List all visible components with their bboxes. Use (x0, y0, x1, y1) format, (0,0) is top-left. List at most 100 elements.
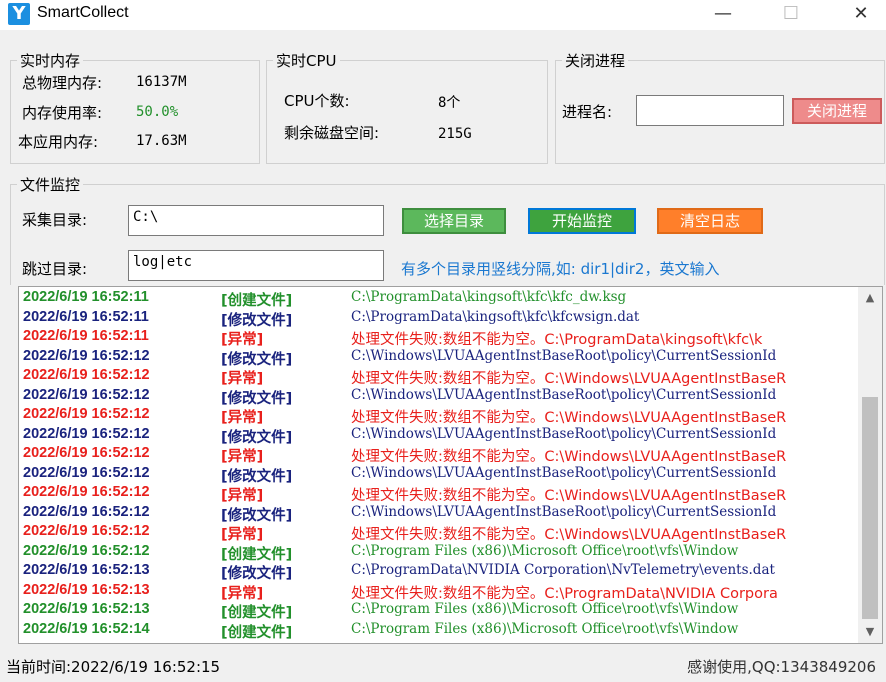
log-kind: [异常] (221, 371, 264, 387)
total-memory-value: 16137M (136, 74, 187, 90)
log-message: 处理文件失败:数组不能为空。C:\Windows\LVUAAgentInstBa… (351, 488, 787, 504)
log-time: 2022/6/19 16:52:12 (23, 542, 150, 559)
status-bar: 当前时间:2022/6/19 16:52:15 感谢使用,QQ:13438492… (0, 652, 886, 682)
kill-process-button[interactable]: 关闭进程 (792, 98, 882, 124)
log-kind: [创建文件] (221, 546, 293, 563)
log-message: 处理文件失败:数组不能为空。C:\Windows\LVUAAgentInstBa… (351, 371, 787, 387)
log-time: 2022/6/19 16:52:11 (23, 289, 149, 305)
log-time: 2022/6/19 16:52:12 (23, 464, 150, 481)
cpu-count-value: 8个 (438, 95, 461, 111)
log-time: 2022/6/19 16:52:12 (23, 367, 150, 383)
log-row: 2022/6/19 16:52:12 [异常] 处理文件失败:数组不能为空。C:\W… (23, 367, 858, 387)
log-row: 2022/6/19 16:52:12 [异常] 处理文件失败:数组不能为空。C:\W… (23, 484, 858, 504)
log-row: 2022/6/19 16:52:12 [修改文件] C:\Windows\LVUAA… (23, 387, 858, 407)
log-message: C:\Windows\LVUAAgentInstBaseRoot\policy\… (351, 503, 777, 520)
log-time: 2022/6/19 16:52:13 (23, 601, 150, 617)
window-title: SmartCollect (37, 4, 129, 21)
disk-space-label: 剩余磁盘空间: (284, 124, 380, 142)
log-kind: [创建文件] (221, 293, 293, 309)
scroll-up-icon[interactable]: ▲ (858, 287, 882, 309)
scroll-down-icon[interactable]: ▼ (858, 621, 882, 643)
collect-dir-input[interactable]: C:\ (128, 205, 384, 236)
skip-dir-label: 跳过目录: (22, 260, 88, 278)
log-message: C:\Windows\LVUAAgentInstBaseRoot\policy\… (351, 464, 777, 481)
log-row: 2022/6/19 16:52:12 [异常] 处理文件失败:数组不能为空。C:\W… (23, 445, 858, 465)
title-bar: Y SmartCollect — ☐ ✕ (0, 0, 886, 30)
skip-dir-input[interactable]: log|etc (128, 250, 384, 281)
log-row: 2022/6/19 16:52:12 [修改文件] C:\Windows\LVUAA… (23, 504, 858, 524)
disk-space-value: 215G (438, 126, 472, 142)
log-kind: [修改文件] (221, 507, 293, 524)
log-row: 2022/6/19 16:52:12 [创建文件] C:\Program Files… (23, 543, 858, 563)
log-row: 2022/6/19 16:52:13 [异常] 处理文件失败:数组不能为空。C:\P… (23, 582, 858, 602)
log-row: 2022/6/19 16:52:13 [修改文件] C:\ProgramData\N… (23, 562, 858, 582)
log-time: 2022/6/19 16:52:12 (23, 406, 150, 422)
close-button[interactable]: ✕ (838, 0, 884, 30)
log-time: 2022/6/19 16:52:12 (23, 425, 150, 442)
log-time: 2022/6/19 16:52:12 (23, 347, 150, 364)
scroll-thumb[interactable] (862, 397, 878, 619)
log-row: 2022/6/19 16:52:12 [修改文件] C:\Windows\LVUAA… (23, 348, 858, 368)
process-name-input[interactable] (636, 95, 784, 126)
log-kind: [创建文件] (221, 624, 293, 641)
log-time: 2022/6/19 16:52:13 (23, 581, 150, 598)
log-kind: [修改文件] (221, 351, 293, 368)
log-time: 2022/6/19 16:52:14 (23, 620, 150, 637)
log-row: 2022/6/19 16:52:12 [异常] 处理文件失败:数组不能为空。C:\W… (23, 523, 858, 543)
log-time: 2022/6/19 16:52:12 (23, 503, 150, 520)
log-row: 2022/6/19 16:52:12 [异常] 处理文件失败:数组不能为空。C:\W… (23, 406, 858, 426)
log-kind: [修改文件] (221, 566, 293, 582)
clear-log-button[interactable]: 清空日志 (657, 208, 763, 234)
log-row: 2022/6/19 16:52:12 [修改文件] C:\Windows\LVUAA… (23, 426, 858, 446)
log-time: 2022/6/19 16:52:13 (23, 562, 150, 578)
log-kind: [异常] (221, 527, 264, 543)
log-row: 2022/6/19 16:52:11 [修改文件] C:\ProgramData\k… (23, 309, 858, 329)
log-message: C:\Windows\LVUAAgentInstBaseRoot\policy\… (351, 425, 777, 442)
log-time: 2022/6/19 16:52:12 (23, 484, 150, 500)
file-monitor-group-title: 文件监控 (17, 174, 84, 195)
log-time: 2022/6/19 16:52:11 (23, 308, 149, 325)
cpu-count-label: CPU个数: (284, 92, 350, 110)
log-message: 处理文件失败:数组不能为空。C:\Windows\LVUAAgentInstBa… (351, 410, 787, 426)
log-kind: [创建文件] (221, 605, 293, 621)
log-kind: [异常] (221, 332, 264, 348)
log-row: 2022/6/19 16:52:12 [修改文件] C:\Windows\LVUAA… (23, 465, 858, 485)
log-message: C:\Program Files (x86)\Microsoft Office\… (351, 620, 739, 637)
cpu-group-title: 实时CPU (273, 50, 340, 71)
log-kind: [修改文件] (221, 468, 293, 485)
select-dir-button[interactable]: 选择目录 (402, 208, 506, 234)
log-time: 2022/6/19 16:52:12 (23, 386, 150, 403)
log-list[interactable]: ▲ ▼ 2022/6/19 16:52:11 [创建文件] C:\ProgramDa… (18, 286, 883, 644)
log-message: C:\ProgramData\kingsoft\kfc\kfcwsign.dat (351, 308, 640, 325)
total-memory-label: 总物理内存: (22, 74, 103, 92)
log-message: C:\ProgramData\NVIDIA Corporation\NvTele… (351, 562, 775, 578)
log-row: 2022/6/19 16:52:14 [创建文件] C:\Program Files… (23, 621, 858, 641)
log-message: 处理文件失败:数组不能为空。C:\ProgramData\NVIDIA Corp… (351, 585, 778, 602)
log-message: C:\Program Files (x86)\Microsoft Office\… (351, 601, 739, 617)
memory-group-title: 实时内存 (17, 50, 84, 71)
log-message: C:\ProgramData\kingsoft\kfc\kfc_dw.ksg (351, 289, 627, 305)
contact-info: 感谢使用,QQ:1343849206 (687, 658, 876, 676)
log-message: C:\Program Files (x86)\Microsoft Office\… (351, 542, 739, 559)
log-kind: [修改文件] (221, 312, 293, 329)
log-scrollbar[interactable]: ▲ ▼ (858, 287, 882, 643)
log-kind: [异常] (221, 488, 264, 504)
minimize-button[interactable]: — (700, 0, 746, 30)
log-row: 2022/6/19 16:52:11 [异常] 处理文件失败:数组不能为空。C:\P… (23, 328, 858, 348)
kill-process-group-title: 关闭进程 (562, 50, 629, 71)
log-row: 2022/6/19 16:52:13 [创建文件] C:\Program Files… (23, 601, 858, 621)
log-time: 2022/6/19 16:52:12 (23, 445, 150, 461)
log-message: C:\Windows\LVUAAgentInstBaseRoot\policy\… (351, 386, 777, 403)
log-kind: [修改文件] (221, 390, 293, 407)
app-memory-value: 17.63M (136, 133, 187, 149)
start-monitor-button[interactable]: 开始监控 (528, 208, 636, 234)
log-kind: [异常] (221, 410, 264, 426)
log-time: 2022/6/19 16:52:11 (23, 328, 149, 344)
skip-dir-hint: 有多个目录用竖线分隔,如: dir1|dir2，英文输入 (401, 260, 720, 278)
log-time: 2022/6/19 16:52:12 (23, 523, 150, 539)
log-kind: [异常] (221, 449, 264, 465)
memory-usage-value: 50.0% (136, 104, 179, 120)
process-name-label: 进程名: (562, 103, 613, 121)
log-kind: [异常] (221, 585, 264, 602)
maximize-button[interactable]: ☐ (768, 0, 814, 30)
